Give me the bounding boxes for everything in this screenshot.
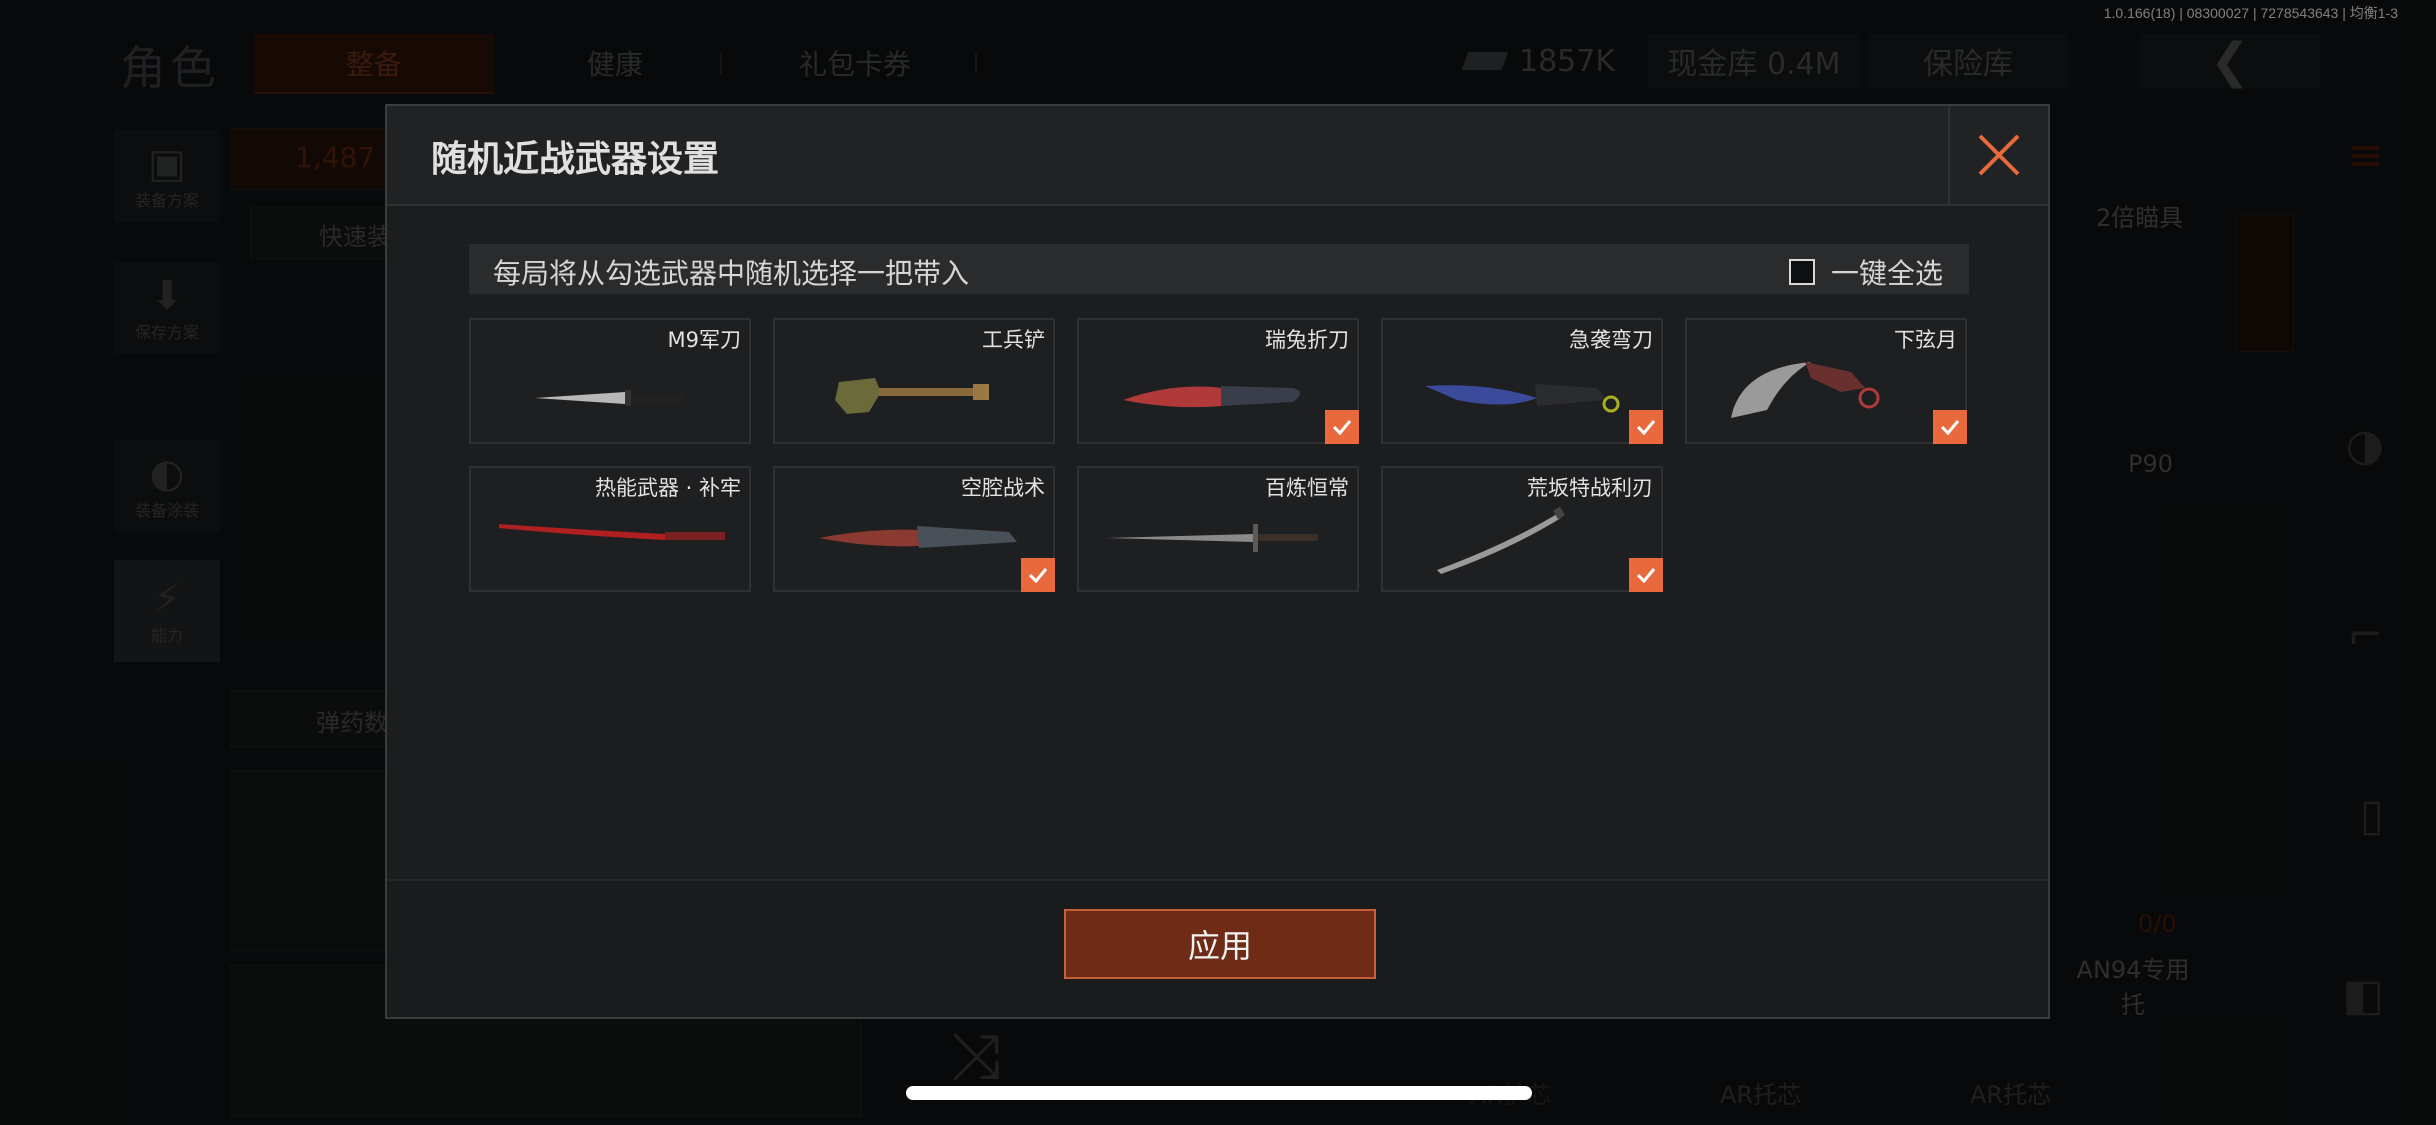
curved-blade-icon [1425,384,1620,413]
weapon-card[interactable]: 荒坂特战利刃 [1381,466,1663,592]
weapon-card[interactable]: 百炼恒常 [1077,466,1359,592]
weapon-card[interactable]: 下弦月 [1685,318,1967,444]
weapon-card[interactable]: 热能武器 · 补牢 [469,466,751,592]
weapon-card[interactable]: 空腔战术 [773,466,1055,592]
dialog-title: 随机近战武器设置 [431,139,720,180]
weapon-card[interactable]: 急袭弯刀 [1381,318,1663,444]
weapon-card[interactable]: M9军刀 [469,318,751,444]
select-all-checkbox[interactable]: 一键全选 [1788,252,1943,292]
random-melee-settings-dialog: 随机近战武器设置 每局将从勾选武器中随机选择一把带入 一键全选 M9军刀 工兵铲 [385,104,2050,1019]
apply-button[interactable]: 应用 [1064,909,1376,979]
select-all-label: 一键全选 [1830,257,1943,290]
checkmark-icon [1636,420,1656,436]
weapon-checkbox[interactable] [1933,410,1967,444]
weapon-card[interactable]: 瑞兔折刀 [1077,318,1359,444]
katana-icon [499,524,725,540]
checkmark-icon [1940,420,1960,436]
sword-icon [1107,524,1318,552]
tactical-knife-icon [819,526,1017,548]
bayonet-icon [535,390,683,406]
weapon-checkbox[interactable] [1629,410,1663,444]
info-text: 每局将从勾选武器中随机选择一把带入 [493,257,970,290]
checkmark-icon [1636,568,1656,584]
weapon-checkbox[interactable] [1021,558,1055,592]
checkmark-icon [1332,420,1352,436]
close-icon [1978,134,2020,176]
home-indicator[interactable] [906,1086,1532,1100]
dialog-header: 随机近战武器设置 [387,106,2048,206]
shovel-icon [835,378,989,414]
info-bar: 每局将从勾选武器中随机选择一把带入 一键全选 [469,244,1969,294]
checkbox-box [1788,259,1815,285]
weapon-card[interactable]: 工兵铲 [773,318,1055,444]
weapon-checkbox[interactable] [1325,410,1359,444]
folding-knife-icon [1123,386,1300,408]
dialog-footer: 应用 [387,879,2048,1017]
checkmark-icon [1028,568,1048,584]
karambit-icon [1731,362,1880,418]
weapon-checkbox[interactable] [1629,558,1663,592]
thin-katana-icon [1437,506,1565,574]
close-button[interactable] [1948,106,2048,204]
